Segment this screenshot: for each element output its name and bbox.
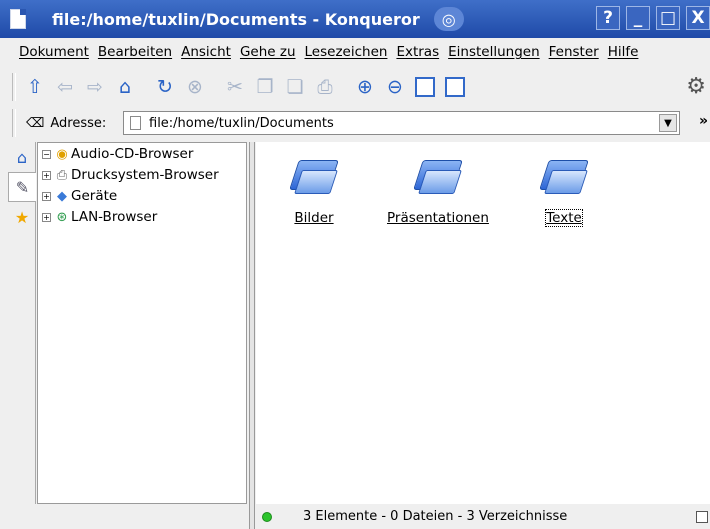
paste-icon[interactable]: ❏ <box>282 74 308 100</box>
konqueror-logo-icon: ◎ <box>433 7 464 31</box>
main-toolbar: ⇧ ⇦ ⇨ ⌂ ↻ ⊗ ✂ ❐ ❏ ⎙ ⊕ ⊖ ⚙ <box>0 66 710 108</box>
home-icon[interactable]: ⌂ <box>8 142 36 172</box>
chevron-down-icon[interactable]: ▼ <box>659 114 677 132</box>
folder-item-praesentationen[interactable]: Präsentationen <box>387 142 489 226</box>
menu-lesezeichen[interactable]: Lesezeichen <box>305 44 388 60</box>
folder-label: Bilder <box>294 210 334 226</box>
collapse-icon[interactable]: − <box>42 149 51 159</box>
folder-label: Präsentationen <box>387 210 489 226</box>
location-bar: ⌫ Adresse: file:/home/tuxlin/Documents ▼… <box>0 108 710 138</box>
address-input[interactable]: file:/home/tuxlin/Documents ▼ <box>123 111 680 135</box>
status-led-icon <box>262 511 272 522</box>
tree-item-audio-cd-browser[interactable]: − ◉ Audio-CD-Browser <box>42 144 193 164</box>
tree-item-geraete[interactable]: + ◆ Geräte <box>42 186 117 206</box>
folder-icon <box>289 150 339 198</box>
panel-splitter[interactable] <box>249 142 255 529</box>
close-button[interactable]: X <box>686 6 710 30</box>
menu-hilfe[interactable]: Hilfe <box>608 44 639 60</box>
maximize-button[interactable]: □ <box>656 6 680 30</box>
clear-location-icon[interactable]: ⌫ <box>26 116 44 131</box>
menu-einstellungen[interactable]: Einstellungen <box>448 44 540 60</box>
status-text: 3 Elemente - 0 Dateien - 3 Verzeichnisse <box>303 509 568 524</box>
sidebar-status-area <box>0 504 249 529</box>
document-icon[interactable] <box>10 9 26 29</box>
folder-label: Texte <box>545 209 583 227</box>
history-icon[interactable]: ✎ <box>8 172 36 202</box>
printer-system-icon: ⎙ <box>56 167 68 183</box>
sidebar-tabs: ⌂ ✎ ★ <box>8 142 36 504</box>
toolbar-grip[interactable] <box>12 73 16 101</box>
home-icon[interactable]: ⌂ <box>112 74 138 100</box>
title-bar: file:/home/tuxlin/Documents - Konqueror … <box>0 0 710 38</box>
forward-arrow-icon[interactable]: ⇨ <box>82 74 108 100</box>
back-arrow-icon[interactable]: ⇦ <box>52 74 78 100</box>
cut-icon[interactable]: ✂ <box>222 74 248 100</box>
tree-item-label: Drucksystem-Browser <box>71 167 219 183</box>
copy-icon[interactable]: ❐ <box>252 74 278 100</box>
up-arrow-icon[interactable]: ⇧ <box>22 74 48 100</box>
file-icon <box>130 116 141 130</box>
link-view-checkbox[interactable] <box>696 511 708 523</box>
tree-item-label: Geräte <box>71 188 118 204</box>
icon-view-icon[interactable] <box>412 74 438 100</box>
menu-fenster[interactable]: Fenster <box>549 44 599 60</box>
zoom-out-icon[interactable]: ⊖ <box>382 74 408 100</box>
gear-icon[interactable]: ⚙ <box>686 74 706 99</box>
address-label: Adresse: <box>50 115 107 131</box>
menu-bearbeiten[interactable]: Bearbeiten <box>98 44 172 60</box>
minimize-button[interactable]: _ <box>626 6 650 30</box>
tree-view-icon[interactable] <box>442 74 468 100</box>
status-bar: 3 Elemente - 0 Dateien - 3 Verzeichnisse <box>256 504 710 529</box>
tree-item-drucksystem-browser[interactable]: + ⎙ Drucksystem-Browser <box>42 165 219 185</box>
file-view: Bilder Präsentationen Texte <box>256 142 710 504</box>
menu-dokument[interactable]: Dokument <box>19 44 89 60</box>
folder-icon <box>539 150 589 198</box>
devices-icon: ◆ <box>57 188 67 204</box>
address-value: file:/home/tuxlin/Documents <box>149 115 334 131</box>
stop-icon[interactable]: ⊗ <box>182 74 208 100</box>
menu-bar: Dokument Bearbeiten Ansicht Gehe zu Lese… <box>0 38 710 66</box>
print-icon[interactable]: ⎙ <box>312 74 338 100</box>
sidebar-tree: − ◉ Audio-CD-Browser + ⎙ Drucksystem-Bro… <box>37 142 247 504</box>
zoom-in-icon[interactable]: ⊕ <box>352 74 378 100</box>
window-title: file:/home/tuxlin/Documents - Konqueror <box>52 9 420 29</box>
reload-icon[interactable]: ↻ <box>152 74 178 100</box>
folder-icon <box>413 150 463 198</box>
toolbar-overflow-button[interactable]: » <box>699 113 708 129</box>
menu-extras[interactable]: Extras <box>396 44 439 60</box>
expand-icon[interactable]: + <box>42 212 51 222</box>
folder-item-texte[interactable]: Texte <box>539 142 589 227</box>
lan-network-icon: ⊛ <box>56 209 68 225</box>
expand-icon[interactable]: + <box>42 191 51 201</box>
locbar-grip[interactable] <box>12 109 16 137</box>
folder-item-bilder[interactable]: Bilder <box>289 142 339 226</box>
tree-item-label: Audio-CD-Browser <box>71 146 194 162</box>
help-button[interactable]: ? <box>596 6 620 30</box>
audio-cd-icon: ◉ <box>56 146 68 162</box>
expand-icon[interactable]: + <box>42 170 51 180</box>
tree-item-lan-browser[interactable]: + ⊛ LAN-Browser <box>42 207 157 227</box>
tree-item-label: LAN-Browser <box>71 209 158 225</box>
menu-ansicht[interactable]: Ansicht <box>181 44 231 60</box>
menu-gehe-zu[interactable]: Gehe zu <box>240 44 296 60</box>
bookmarks-star-icon[interactable]: ★ <box>8 202 36 232</box>
